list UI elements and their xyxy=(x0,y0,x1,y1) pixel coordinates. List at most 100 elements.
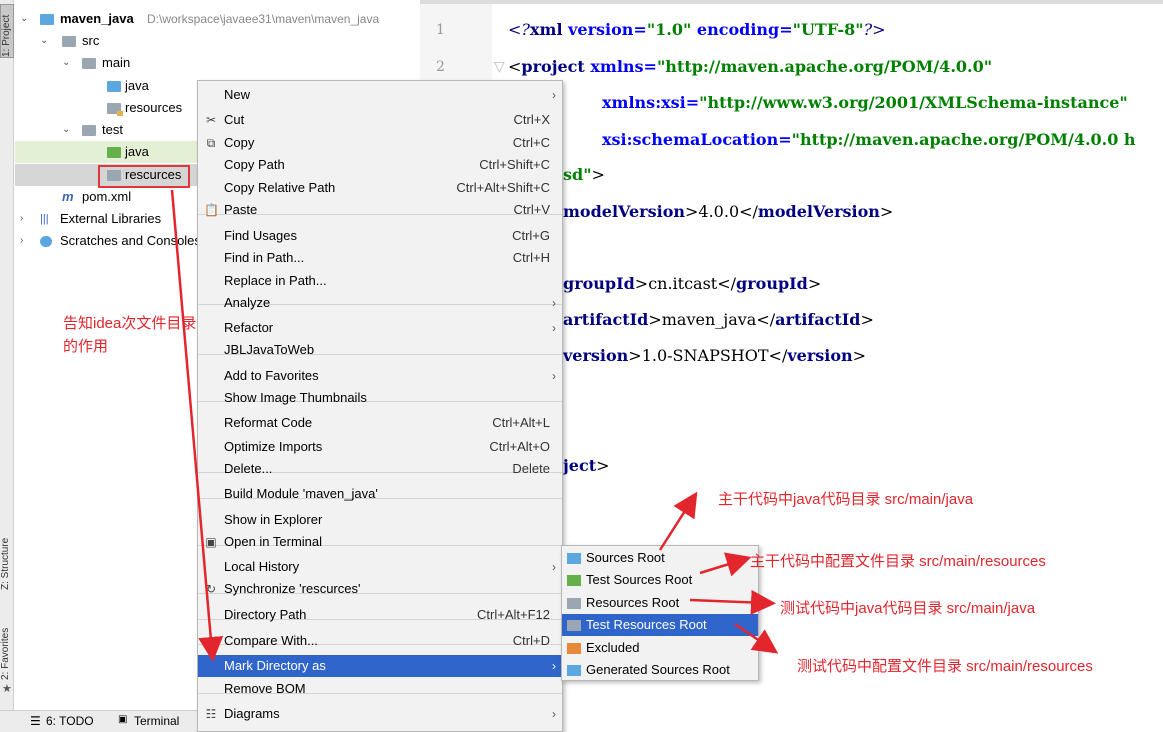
menu-item-icon: ⧉ xyxy=(206,136,216,150)
menu-item-cut[interactable]: ✂ Cut Ctrl+X xyxy=(198,109,562,131)
menu-item-analyze[interactable]: Analyze › xyxy=(198,292,562,314)
menu-item-find-in-path[interactable]: Find in Path... Ctrl+H xyxy=(198,247,562,269)
menu-item-local-history[interactable]: Local History › xyxy=(198,556,562,578)
menu-item-jbljavatoweb[interactable]: JBLJavaToWeb xyxy=(198,339,562,361)
menu-item-delete[interactable]: Delete... Delete xyxy=(198,458,562,480)
menu-item-show-image-thumbnails[interactable]: Show Image Thumbnails xyxy=(198,387,562,409)
code-line-1: <?xml version="1.0" encoding="UTF-8"?> xyxy=(508,20,886,39)
menu-item-label: Remove BOM xyxy=(224,681,306,696)
menu-item-shortcut: Ctrl+Alt+F12 xyxy=(477,607,550,622)
submenu-item-test-sources-root[interactable]: Test Sources Root xyxy=(562,569,758,591)
tab-favorites[interactable]: 2: Favorites xyxy=(0,610,14,680)
folder-icon xyxy=(567,597,581,609)
menu-item-refactor[interactable]: Refactor › xyxy=(198,317,562,339)
menu-item-shortcut: Ctrl+X xyxy=(513,112,550,127)
chevron-down-icon: ⌄ xyxy=(40,35,49,46)
annotation-test-sources-root: 主干代码中配置文件目录 src/main/resources xyxy=(750,553,1046,570)
menu-item-add-to-favorites[interactable]: Add to Favorites › xyxy=(198,365,562,387)
menu-item-label: Local History xyxy=(224,559,300,574)
menu-item-synchronize-rescurces[interactable]: ↻ Synchronize 'rescurces' xyxy=(198,578,562,600)
menu-item-diagrams[interactable]: ☷ Diagrams › xyxy=(198,703,562,725)
library-icon: ||| xyxy=(40,213,49,225)
menu-item-shortcut: Ctrl+Shift+C xyxy=(479,157,550,172)
menu-item-shortcut: Ctrl+H xyxy=(512,250,550,265)
menu-item-paste[interactable]: 📋 Paste Ctrl+V xyxy=(198,199,562,221)
menu-item-reformat-code[interactable]: Reformat Code Ctrl+Alt+L xyxy=(198,412,562,434)
submenu-item-label: Sources Root xyxy=(586,550,665,565)
submenu-item-generated-sources-root[interactable]: Generated Sources Root xyxy=(562,659,758,681)
annotation-test-resources-root: 测试代码中配置文件目录 src/main/resources xyxy=(797,658,1093,675)
tree-label: Scratches and Consoles xyxy=(60,233,198,248)
tree-label: External Libraries xyxy=(60,211,162,226)
menu-item-label: Cut xyxy=(224,112,245,127)
chevron-right-icon: › xyxy=(20,235,24,246)
menu-item-label: Mark Directory as xyxy=(224,658,326,673)
menu-item-replace-in-path[interactable]: Replace in Path... xyxy=(198,270,562,292)
menu-item-copy-relative-path[interactable]: Copy Relative Path Ctrl+Alt+Shift+C xyxy=(198,177,562,199)
annotation-resources-root: 测试代码中java代码目录 src/main/java xyxy=(780,600,1036,617)
menu-item-label: Copy xyxy=(224,135,255,150)
submenu-item-label: Test Resources Root xyxy=(586,617,707,633)
tree-label: java xyxy=(125,78,149,93)
code-line-3: xmlns:xsi="http://www.w3.org/2001/XMLSch… xyxy=(602,93,1128,112)
chevron-down-icon: ⌄ xyxy=(62,124,71,135)
terminal-tab[interactable]: Terminal xyxy=(134,714,179,728)
code-line-6: modelVersion>4.0.0</modelVersion> xyxy=(563,202,894,221)
menu-item-shortcut: Ctrl+Alt+Shift+C xyxy=(456,180,550,195)
chevron-right-icon: › xyxy=(552,88,556,102)
code-line-8: groupId>cn.itcast</groupId> xyxy=(563,274,822,293)
menu-item-copy-path[interactable]: Copy Path Ctrl+Shift+C xyxy=(198,154,562,176)
module-folder-icon xyxy=(40,14,54,25)
folder-icon xyxy=(82,125,96,136)
menu-item-label: Compare With... xyxy=(224,633,318,648)
tree-label: resources xyxy=(125,100,183,115)
menu-item-label: Synchronize 'rescurces' xyxy=(224,581,361,596)
submenu-item-test-resources-root[interactable]: Test Resources Root xyxy=(562,614,758,637)
menu-item-open-in-terminal[interactable]: ▣ Open in Terminal xyxy=(198,531,562,553)
todo-tab[interactable]: 6: TODO xyxy=(46,714,94,728)
menu-item-optimize-imports[interactable]: Optimize Imports Ctrl+Alt+O xyxy=(198,436,562,458)
menu-item-label: Reformat Code xyxy=(224,415,313,430)
tree-item-scratches[interactable]: › Scratches and Consoles xyxy=(18,230,198,252)
submenu-item-excluded[interactable]: Excluded xyxy=(562,637,758,659)
menu-item-copy[interactable]: ⧉ Copy Ctrl+C xyxy=(198,132,562,154)
menu-item-shortcut: Ctrl+C xyxy=(512,135,550,150)
annotation-sources-root: 主干代码中java代码目录 src/main/java xyxy=(718,491,974,508)
chevron-right-icon: › xyxy=(552,296,556,310)
line-number: 1 xyxy=(436,22,445,38)
chevron-right-icon: › xyxy=(552,321,556,335)
context-menu: New › ✂ Cut Ctrl+X ⧉ Copy Ctrl+C Copy Path Ctrl+S… xyxy=(197,80,563,732)
tree-label: pom.xml xyxy=(82,189,132,204)
menu-item-build-module-maven-java[interactable]: Build Module 'maven_java' xyxy=(198,483,562,505)
menu-item-label: Add to Favorites xyxy=(224,368,319,383)
submenu-item-resources-root[interactable]: Resources Root xyxy=(562,592,758,614)
code-line-13: ject> xyxy=(563,456,610,475)
annotation-mark-directory-line1: 告知idea次文件目录 xyxy=(63,315,197,332)
menu-item-shortcut: Ctrl+D xyxy=(512,633,550,648)
menu-item-new[interactable]: New › xyxy=(198,84,562,106)
menu-item-show-in-explorer[interactable]: Show in Explorer xyxy=(198,509,562,531)
menu-item-label: New xyxy=(224,87,251,102)
submenu-item-label: Test Sources Root xyxy=(586,572,693,588)
chevron-right-icon: › xyxy=(552,560,556,574)
menu-item-shortcut: Ctrl+G xyxy=(512,228,550,243)
folder-icon xyxy=(567,553,581,564)
menu-item-find-usages[interactable]: Find Usages Ctrl+G xyxy=(198,225,562,247)
menu-item-label: Copy Relative Path xyxy=(224,180,336,195)
folder-icon xyxy=(82,58,96,69)
menu-item-icon: ▣ xyxy=(205,535,217,549)
list-icon: ☰ xyxy=(30,714,41,728)
folder-icon xyxy=(567,575,581,587)
tab-project[interactable]: 1: Project xyxy=(0,4,14,58)
menu-item-directory-path[interactable]: Directory Path Ctrl+Alt+F12 xyxy=(198,604,562,626)
submenu-item-sources-root[interactable]: Sources Root xyxy=(562,547,758,569)
tree-label: test xyxy=(102,122,123,137)
menu-item-remove-bom[interactable]: Remove BOM xyxy=(198,678,562,700)
fold-icon[interactable]: ▽ xyxy=(494,58,505,75)
tab-structure[interactable]: Z: Structure xyxy=(0,505,14,590)
menu-item-label: Open in Terminal xyxy=(224,534,323,549)
menu-item-icon: ⇄ xyxy=(205,634,217,648)
menu-item-compare-with[interactable]: ⇄ Compare With... Ctrl+D xyxy=(198,630,562,652)
tree-root-label: maven_java xyxy=(60,11,134,26)
menu-item-mark-directory-as[interactable]: Mark Directory as › xyxy=(198,655,562,677)
